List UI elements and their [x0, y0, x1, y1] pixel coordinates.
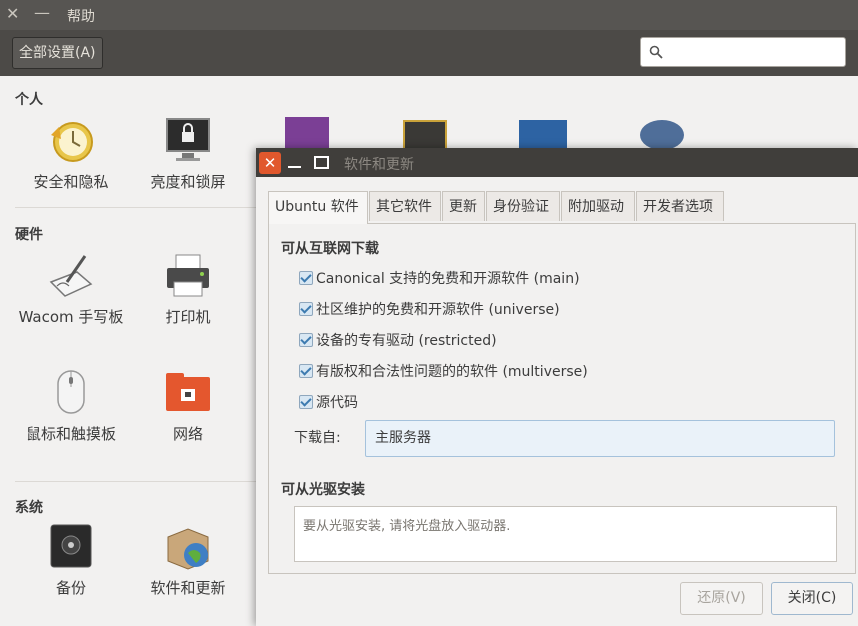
all-settings-button[interactable]: 全部设置(A)	[12, 37, 103, 69]
source-label: Canonical 支持的免费和开源软件 (main)	[316, 271, 580, 287]
checkbox-checked-icon[interactable]	[299, 364, 313, 378]
settings-item-software-updates[interactable]: 软件和更新	[129, 523, 247, 600]
revert-button[interactable]: 还原(V)	[680, 582, 763, 615]
section-personal-title: 个人	[15, 92, 43, 108]
source-label: 设备的专有驱动 (restricted)	[316, 333, 497, 349]
window-title: 帮助	[67, 9, 95, 25]
cdrom-heading: 可从光驱安装	[281, 482, 365, 498]
source-label: 源代码	[316, 395, 358, 411]
tab-additional-drivers[interactable]: 附加驱动	[561, 191, 635, 221]
download-from-label: 下载自:	[294, 430, 341, 446]
source-label: 有版权和合法性问题的的软件 (multiverse)	[316, 364, 588, 380]
section-hardware-title: 硬件	[15, 227, 43, 243]
settings-item-label: 打印机	[165, 308, 211, 326]
tab-panel-ubuntu-software: 可从互联网下载 Canonical 支持的免费和开源软件 (main) 社区维护…	[268, 223, 856, 574]
search-icon	[649, 45, 663, 59]
cdrom-list[interactable]: 要从光驱安装, 请将光盘放入驱动器.	[294, 506, 837, 562]
checkbox-checked-icon[interactable]	[299, 395, 313, 409]
backup-safe-icon	[47, 523, 95, 571]
cdrom-message: 要从光驱安装, 请将光盘放入驱动器.	[303, 519, 511, 534]
settings-item-security-privacy[interactable]: 安全和隐私	[12, 117, 130, 194]
checkbox-checked-icon[interactable]	[299, 271, 313, 285]
settings-item-network[interactable]: 网络	[129, 369, 247, 446]
close-icon[interactable]: ✕	[259, 152, 281, 174]
settings-toolbar: 全部设置(A)	[0, 30, 858, 76]
tab-ubuntu-software[interactable]: Ubuntu 软件	[268, 191, 368, 224]
software-updates-dialog: ✕ 软件和更新 Ubuntu 软件 其它软件 更新 身份验证 附加驱动 开发者选…	[256, 148, 858, 626]
settings-item-label: 备份	[55, 579, 86, 597]
close-icon[interactable]: ✕	[6, 4, 19, 23]
tab-authentication[interactable]: 身份验证	[486, 191, 560, 221]
settings-item-mouse-touchpad[interactable]: 鼠标和触摸板	[12, 369, 130, 446]
wacom-tablet-icon	[47, 252, 95, 300]
security-privacy-icon	[47, 117, 95, 165]
source-label: 社区维护的免费和开源软件 (universe)	[316, 302, 560, 318]
close-button[interactable]: 关闭(C)	[771, 582, 853, 615]
maximize-icon[interactable]	[314, 156, 329, 169]
network-folder-icon	[164, 369, 212, 417]
settings-item-brightness-lock[interactable]: 亮度和锁屏	[129, 117, 247, 194]
settings-item-label: 鼠标和触摸板	[25, 425, 116, 443]
section-divider	[15, 481, 260, 482]
checkbox-checked-icon[interactable]	[299, 333, 313, 347]
language-icon	[519, 120, 567, 150]
printer-icon	[164, 252, 212, 300]
settings-titlebar: ✕ — 帮助	[0, 0, 858, 30]
checkbox-checked-icon[interactable]	[299, 302, 313, 316]
settings-item-printer[interactable]: 打印机	[129, 252, 247, 329]
section-system-title: 系统	[15, 500, 43, 516]
tab-other-software[interactable]: 其它软件	[369, 191, 441, 221]
settings-item-wacom[interactable]: Wacom 手写板	[12, 252, 130, 329]
mouse-icon	[47, 369, 95, 417]
minimize-icon[interactable]	[288, 152, 302, 170]
software-updates-icon	[164, 523, 212, 571]
dialog-title: 软件和更新	[344, 157, 414, 173]
dialog-titlebar: ✕ 软件和更新	[256, 148, 858, 177]
section-divider	[15, 207, 260, 208]
brightness-lock-icon	[164, 117, 212, 165]
tab-updates[interactable]: 更新	[442, 191, 485, 221]
minimize-icon[interactable]: —	[34, 3, 50, 22]
search-input[interactable]	[640, 37, 846, 67]
download-server-select[interactable]: 主服务器	[365, 420, 835, 457]
settings-item-backup[interactable]: 备份	[12, 523, 130, 600]
settings-item-label: 软件和更新	[150, 579, 226, 597]
tab-developer-options[interactable]: 开发者选项	[636, 191, 724, 221]
workspaces-icon	[403, 120, 447, 150]
settings-item-label: 亮度和锁屏	[150, 173, 226, 191]
internet-heading: 可从互联网下载	[281, 241, 379, 257]
settings-item-label: Wacom 手写板	[18, 308, 124, 326]
settings-item-label: 安全和隐私	[33, 173, 109, 191]
settings-item-label: 网络	[172, 425, 203, 443]
online-accounts-icon	[640, 120, 684, 150]
